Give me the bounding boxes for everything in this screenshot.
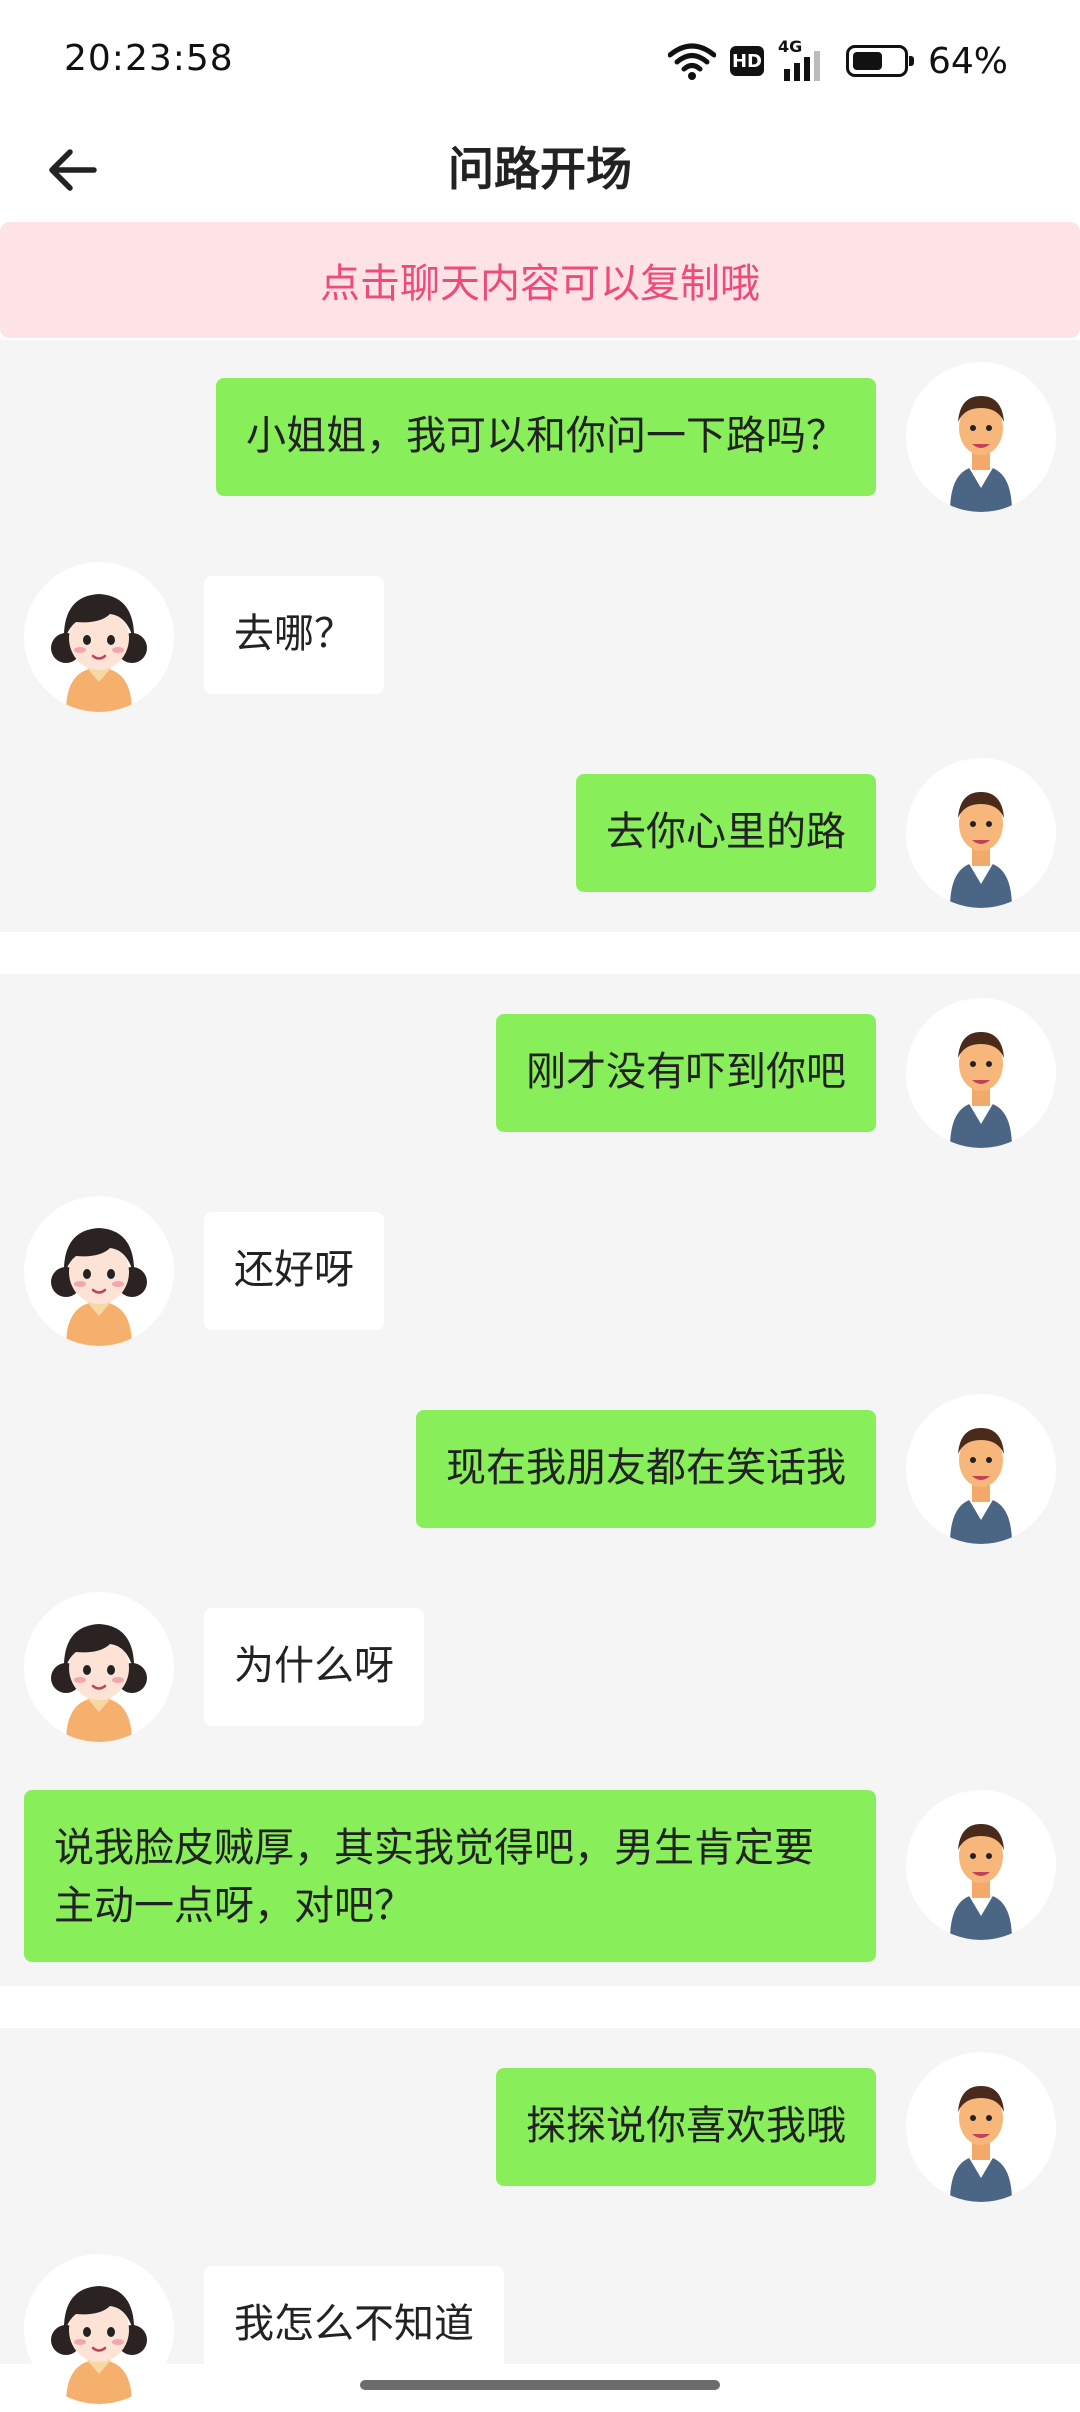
status-icons: HD 4G 64%: [667, 36, 1008, 86]
battery-percent: 64%: [927, 40, 1008, 82]
chat-group-3: 探探说你喜欢我哦 我怎么不知道: [0, 2028, 1080, 2404]
female-avatar-icon: [24, 1196, 174, 1346]
male-avatar-icon: [906, 1790, 1056, 1940]
message-bubble-me[interactable]: 说我脸皮贼厚，其实我觉得吧，男生肯定要主动一点呀，对吧？: [24, 1790, 876, 1962]
female-avatar-icon: [24, 2254, 174, 2404]
hd-icon: HD: [729, 46, 764, 76]
male-avatar-icon: [906, 998, 1056, 1148]
home-indicator[interactable]: [360, 2380, 720, 2390]
page-title: 问路开场: [448, 142, 632, 196]
male-avatar-icon: [906, 758, 1056, 908]
message-bubble-her[interactable]: 去哪？: [204, 576, 384, 694]
battery-icon: [845, 45, 914, 77]
message-bubble-her[interactable]: 还好呀: [204, 1212, 384, 1330]
message-bubble-me[interactable]: 探探说你喜欢我哦: [496, 2068, 876, 2186]
female-avatar-icon: [24, 562, 174, 712]
cellular-signal-icon: 4G: [778, 37, 824, 81]
male-avatar-icon: [906, 1394, 1056, 1544]
app-header: 问路开场: [0, 120, 1080, 220]
message-bubble-her[interactable]: 我怎么不知道: [204, 2266, 504, 2384]
message-bubble-me[interactable]: 现在我朋友都在笑话我: [416, 1410, 876, 1528]
wifi-icon: [667, 43, 716, 80]
male-avatar-icon: [906, 2052, 1056, 2202]
message-bubble-me[interactable]: 刚才没有吓到你吧: [496, 1014, 876, 1132]
male-avatar-icon: [906, 362, 1056, 512]
message-bubble-me[interactable]: 小姐姐，我可以和你问一下路吗？: [216, 378, 876, 496]
message-bubble-me[interactable]: 去你心里的路: [576, 774, 876, 892]
message-bubble-her[interactable]: 为什么呀: [204, 1608, 424, 1726]
status-bar: 20:23:58 HD 4G 64%: [0, 0, 1080, 120]
copy-hint-banner: 点击聊天内容可以复制哦: [0, 222, 1080, 338]
chat-group-2: 刚才没有吓到你吧 还好呀 现在我朋友都在笑话我 为什么呀 说我脸皮贼厚，其实我觉…: [0, 974, 1080, 1986]
battery-level-fill: [852, 52, 883, 70]
female-avatar-icon: [24, 1592, 174, 1742]
status-time: 20:23:58: [64, 38, 234, 79]
chat-group-1: 小姐姐，我可以和你问一下路吗？ 去哪？ 去你心里的路: [0, 340, 1080, 932]
